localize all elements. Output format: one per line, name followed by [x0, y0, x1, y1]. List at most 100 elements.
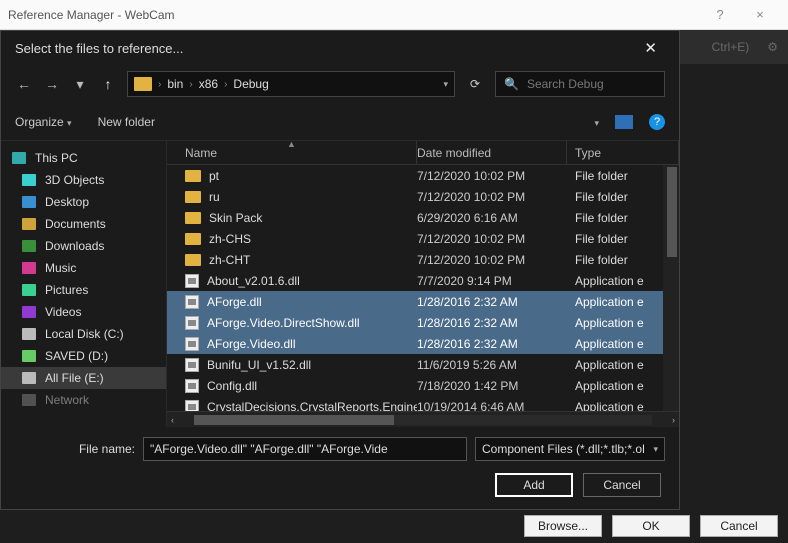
file-name: Bunifu_UI_v1.52.dll — [207, 358, 311, 372]
file-open-dialog: Select the files to reference... ✕ ← → ▾… — [0, 30, 680, 510]
reference-manager-buttons: Browse... OK Cancel — [524, 515, 778, 537]
file-row[interactable]: Bunifu_UI_v1.52.dll11/6/2019 5:26 AMAppl… — [167, 354, 679, 375]
sidebar-item-documents[interactable]: Documents — [1, 213, 166, 235]
sidebar-item-label: Network — [45, 393, 89, 407]
history-dropdown-icon[interactable]: ▾ — [71, 76, 89, 93]
cancel-button[interactable]: Cancel — [583, 473, 661, 497]
file-row[interactable]: Skin Pack6/29/2020 6:16 AMFile folder — [167, 207, 679, 228]
help-icon[interactable]: ? — [649, 114, 665, 130]
dll-file-icon — [185, 400, 199, 412]
ok-button[interactable]: OK — [612, 515, 690, 537]
pc-icon — [11, 151, 27, 165]
file-date: 6/29/2020 6:16 AM — [417, 211, 567, 225]
sidebar-item-label: All File (E:) — [45, 371, 104, 385]
chevron-down-icon: ▾ — [653, 444, 658, 455]
music-icon — [21, 261, 37, 275]
view-mode-button[interactable]: ▾ — [594, 115, 599, 129]
file-row[interactable]: zh-CHT7/12/2020 10:02 PMFile folder — [167, 249, 679, 270]
settings-icon[interactable]: ⚙ — [767, 40, 778, 54]
sidebar-item-local-disk-c-[interactable]: Local Disk (C:) — [1, 323, 166, 345]
refresh-icon[interactable]: ⟳ — [465, 77, 485, 91]
vertical-scrollbar[interactable] — [663, 165, 679, 411]
dll-file-icon — [185, 379, 199, 393]
sidebar-item-label: Music — [45, 261, 76, 275]
dialog-header: Select the files to reference... ✕ — [1, 31, 679, 65]
disk-green-icon — [21, 349, 37, 363]
folder-icon — [185, 254, 201, 266]
file-row[interactable]: AForge.Video.dll1/28/2016 2:32 AMApplica… — [167, 333, 679, 354]
column-header-date[interactable]: Date modified — [417, 141, 567, 164]
up-icon[interactable]: ↑ — [99, 76, 117, 92]
add-button[interactable]: Add — [495, 473, 573, 497]
file-date: 11/6/2019 5:26 AM — [417, 358, 567, 372]
breadcrumb[interactable]: bin — [167, 77, 183, 91]
file-name: zh-CHS — [209, 232, 251, 246]
preview-pane-button[interactable] — [615, 115, 633, 129]
file-date: 7/12/2020 10:02 PM — [417, 253, 567, 267]
docs-icon — [21, 217, 37, 231]
sidebar-item-pictures[interactable]: Pictures — [1, 279, 166, 301]
file-row[interactable]: pt7/12/2020 10:02 PMFile folder — [167, 165, 679, 186]
downloads-icon — [21, 239, 37, 253]
file-name: zh-CHT — [209, 253, 250, 267]
file-name-input[interactable] — [143, 437, 467, 461]
file-list: pt7/12/2020 10:02 PMFile folderru7/12/20… — [167, 165, 679, 411]
folder-icon — [134, 77, 152, 91]
path-bar[interactable]: › bin › x86 › Debug ▾ — [127, 71, 455, 97]
dll-file-icon — [185, 316, 199, 330]
close-button[interactable]: × — [740, 7, 780, 22]
sidebar-item-all-file-e-[interactable]: All File (E:) — [1, 367, 166, 389]
back-icon[interactable]: ← — [15, 76, 33, 92]
breadcrumb[interactable]: x86 — [199, 77, 218, 91]
dll-file-icon — [185, 337, 199, 351]
sidebar-item-downloads[interactable]: Downloads — [1, 235, 166, 257]
sidebar-item-music[interactable]: Music — [1, 257, 166, 279]
file-row[interactable]: zh-CHS7/12/2020 10:02 PMFile folder — [167, 228, 679, 249]
forward-icon[interactable]: → — [43, 76, 61, 92]
search-input[interactable]: 🔍 Search Debug — [495, 71, 665, 97]
dll-file-icon — [185, 295, 199, 309]
sidebar-item-3d-objects[interactable]: 3D Objects — [1, 169, 166, 191]
chevron-right-icon: › — [189, 79, 192, 90]
file-date: 1/28/2016 2:32 AM — [417, 316, 567, 330]
dialog-close-icon[interactable]: ✕ — [636, 35, 665, 61]
new-folder-button[interactable]: New folder — [98, 115, 155, 129]
column-header-type[interactable]: Type — [567, 141, 679, 164]
file-date: 7/12/2020 10:02 PM — [417, 232, 567, 246]
file-row[interactable]: About_v2.01.6.dll7/7/2020 9:14 PMApplica… — [167, 270, 679, 291]
disk-icon — [21, 327, 37, 341]
file-name: CrystalDecisions.CrystalReports.Engine.d… — [207, 400, 417, 412]
browse-button[interactable]: Browse... — [524, 515, 602, 537]
file-name: Skin Pack — [209, 211, 262, 225]
sidebar-item-desktop[interactable]: Desktop — [1, 191, 166, 213]
sidebar-item-label: Documents — [45, 217, 106, 231]
sidebar-item-this-pc[interactable]: This PC — [1, 147, 166, 169]
search-placeholder: Search Debug — [527, 77, 604, 91]
file-type-filter[interactable]: Component Files (*.dll;*.tlb;*.ol▾ — [475, 437, 665, 461]
organize-menu[interactable]: Organize ▾ — [15, 115, 72, 129]
file-name: AForge.Video.DirectShow.dll — [207, 316, 360, 330]
chevron-down-icon[interactable]: ▾ — [443, 79, 448, 90]
column-header-name[interactable]: Name▲ — [167, 141, 417, 164]
sidebar-item-label: Videos — [45, 305, 81, 319]
search-icon: 🔍 — [504, 77, 519, 91]
sidebar-item-saved-d-[interactable]: SAVED (D:) — [1, 345, 166, 367]
file-row[interactable]: Config.dll7/18/2020 1:42 PMApplication e — [167, 375, 679, 396]
cancel-button[interactable]: Cancel — [700, 515, 778, 537]
file-row[interactable]: CrystalDecisions.CrystalReports.Engine.d… — [167, 396, 679, 411]
sidebar-item-videos[interactable]: Videos — [1, 301, 166, 323]
file-name: Config.dll — [207, 379, 257, 393]
file-date: 7/12/2020 10:02 PM — [417, 169, 567, 183]
sidebar-item-network[interactable]: Network — [1, 389, 166, 411]
folder-icon — [185, 212, 201, 224]
desktop-icon — [21, 195, 37, 209]
help-button[interactable]: ? — [700, 7, 740, 22]
file-row[interactable]: AForge.dll1/28/2016 2:32 AMApplication e — [167, 291, 679, 312]
horizontal-scrollbar[interactable]: ‹ › — [167, 411, 679, 427]
sidebar: This PC3D ObjectsDesktop Documents Downloa… — [1, 141, 166, 427]
file-name: AForge.Video.dll — [207, 337, 296, 351]
file-row[interactable]: AForge.Video.DirectShow.dll 1/28/2016 2:3… — [167, 312, 679, 333]
file-row[interactable]: ru7/12/2020 10:02 PMFile folder — [167, 186, 679, 207]
sidebar-item-label: SAVED (D:) — [45, 349, 108, 363]
breadcrumb[interactable]: Debug — [233, 77, 268, 91]
